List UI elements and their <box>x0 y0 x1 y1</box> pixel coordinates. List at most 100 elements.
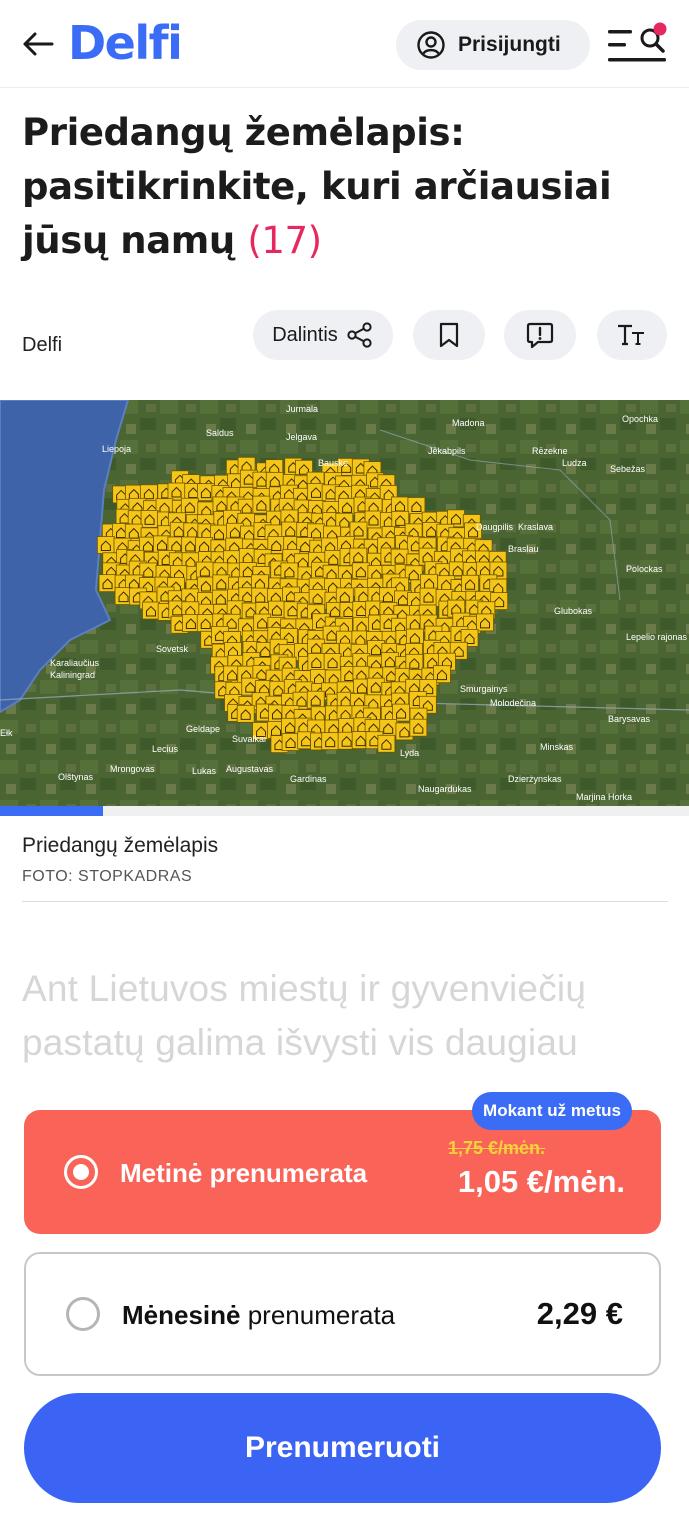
shelter-marker <box>321 732 340 751</box>
image-caption: Priedangų žemėlapis <box>22 834 219 857</box>
report-icon <box>526 322 554 349</box>
map-place-label: Suvalkai <box>232 734 266 744</box>
shelter-marker <box>409 718 428 737</box>
shelter-marker <box>236 704 255 723</box>
menu-search-icon <box>608 22 667 62</box>
map-place-label: Dzierżynskas <box>508 774 562 784</box>
map-place-label: Braslau <box>508 544 539 554</box>
bookmark-icon <box>439 322 459 348</box>
map-place-label: Lukas <box>192 766 217 776</box>
monthly-plan-label: Mėnesinė prenumerata <box>122 1300 395 1331</box>
monthly-price: 2,29 € <box>536 1296 623 1331</box>
map-graphic: Jurmala Saldus Jelgava Madona Opochka Liepoja… <box>0 400 689 806</box>
shelter-marker <box>195 561 214 580</box>
shelter-marker <box>306 690 325 709</box>
map-place-label: Ludza <box>562 458 587 468</box>
shelter-marker <box>461 574 479 593</box>
shelter-marker <box>140 509 159 528</box>
shelter-marker <box>476 613 494 632</box>
shelter-marker <box>351 562 370 581</box>
article-title: Priedangų žemėlapis: pasitikrinkite, kur… <box>22 106 662 268</box>
yearly-radio[interactable] <box>64 1155 98 1189</box>
map-place-label: Rēzekne <box>532 446 568 456</box>
login-button[interactable]: Prisijungti <box>396 20 590 70</box>
shelter-marker <box>280 562 299 581</box>
shelter-marker <box>96 536 115 554</box>
map-place-label: Kaliningrad <box>50 670 95 680</box>
map-place-label: Madona <box>452 418 485 428</box>
shelter-marker <box>377 734 396 753</box>
map-place-label: Karaliaučius <box>50 658 100 668</box>
text-size-button[interactable] <box>597 310 667 360</box>
map-place-label: Polockas <box>626 564 663 574</box>
back-arrow-icon[interactable] <box>20 26 56 62</box>
share-icon <box>347 322 372 348</box>
shelter-marker <box>307 653 326 671</box>
shelter-marker <box>142 601 160 620</box>
menu-search-button[interactable] <box>604 22 670 68</box>
text-size-icon <box>618 324 644 346</box>
map-place-label: Mrongovas <box>110 764 155 774</box>
shelter-marker <box>252 495 271 514</box>
user-icon <box>417 31 445 59</box>
yearly-price: 1,05 €/mėn. <box>457 1164 625 1199</box>
yearly-plan-label: Metinė prenumerata <box>120 1158 368 1188</box>
yearly-old-price: 1,75 €/mėn. <box>448 1138 546 1158</box>
map-place-label: Kraslava <box>518 522 553 532</box>
article-author[interactable]: Delfi <box>22 334 62 357</box>
map-place-label: Jurmala <box>286 404 318 414</box>
yearly-badge: Mokant už metus <box>472 1092 632 1130</box>
report-button[interactable] <box>504 310 576 360</box>
divider <box>22 901 668 902</box>
shelter-marker <box>338 497 356 516</box>
shelter-marker <box>197 576 215 595</box>
map-place-label: Gardinas <box>290 774 327 784</box>
map-place-label: Jelgava <box>286 432 317 442</box>
map-place-label: Sebežas <box>610 464 646 474</box>
map-place-label: Ełk <box>0 728 13 738</box>
bookmark-button[interactable] <box>413 310 485 360</box>
shelter-marker <box>419 587 438 606</box>
map-place-label: Minskas <box>540 742 574 752</box>
map-place-label: Geldape <box>186 724 220 734</box>
gallery-progress <box>0 806 689 816</box>
image-credit: FOTO: STOPKADRAS <box>22 868 193 885</box>
map-place-label: Opochka <box>622 414 658 424</box>
shelter-marker <box>392 703 410 722</box>
map-place-label: Molodečina <box>490 698 536 708</box>
map-place-label: Barysavas <box>608 714 651 724</box>
top-bar: Delfi Prisijungti <box>0 0 689 88</box>
map-place-label: Lyda <box>400 748 419 758</box>
monthly-plan-option[interactable]: Mėnesinė prenumerata 2,29 € <box>24 1252 661 1376</box>
map-place-label: Jēkabpils <box>428 446 466 456</box>
site-logo[interactable]: Delfi <box>68 16 183 70</box>
map-place-label: Liepoja <box>102 444 131 454</box>
map-place-label: Lecius <box>152 744 179 754</box>
map-place-label: Smurgainys <box>460 684 508 694</box>
map-place-label: Bauske <box>318 458 348 468</box>
login-label: Prisijungti <box>458 33 561 56</box>
gallery-progress-fill <box>0 806 104 816</box>
map-place-label: Saldus <box>206 428 234 438</box>
monthly-label-bold: Mėnesinė <box>122 1300 241 1330</box>
share-button[interactable]: Dalintis <box>253 310 393 360</box>
comment-count-link[interactable]: (17) <box>247 219 322 262</box>
shelter-map-image[interactable]: Jurmala Saldus Jelgava Madona Opochka Liepoja… <box>0 400 689 806</box>
monthly-label-rest: prenumerata <box>240 1300 396 1330</box>
shelter-marker <box>323 653 342 671</box>
monthly-radio[interactable] <box>66 1297 100 1331</box>
map-place-label: Glubokas <box>554 606 593 616</box>
shelter-marker <box>98 574 117 593</box>
map-place-label: Daugpilis <box>476 522 514 532</box>
article-lead: Ant Lietuvos miestų ir gyvenviečių pasta… <box>22 968 587 1063</box>
map-place-label: Olštynas <box>58 772 94 782</box>
share-label: Dalintis <box>272 323 338 346</box>
map-place-label: Sovetsk <box>156 644 189 654</box>
shelter-marker <box>167 482 186 501</box>
map-place-label: Lepelio rajonas <box>626 632 688 642</box>
subscribe-button[interactable]: Prenumeruoti <box>24 1393 661 1503</box>
shelter-marker <box>390 548 409 567</box>
map-place-label: Augustavas <box>226 764 274 774</box>
shelter-marker <box>364 510 383 529</box>
map-place-label: Naugardukas <box>418 784 472 794</box>
